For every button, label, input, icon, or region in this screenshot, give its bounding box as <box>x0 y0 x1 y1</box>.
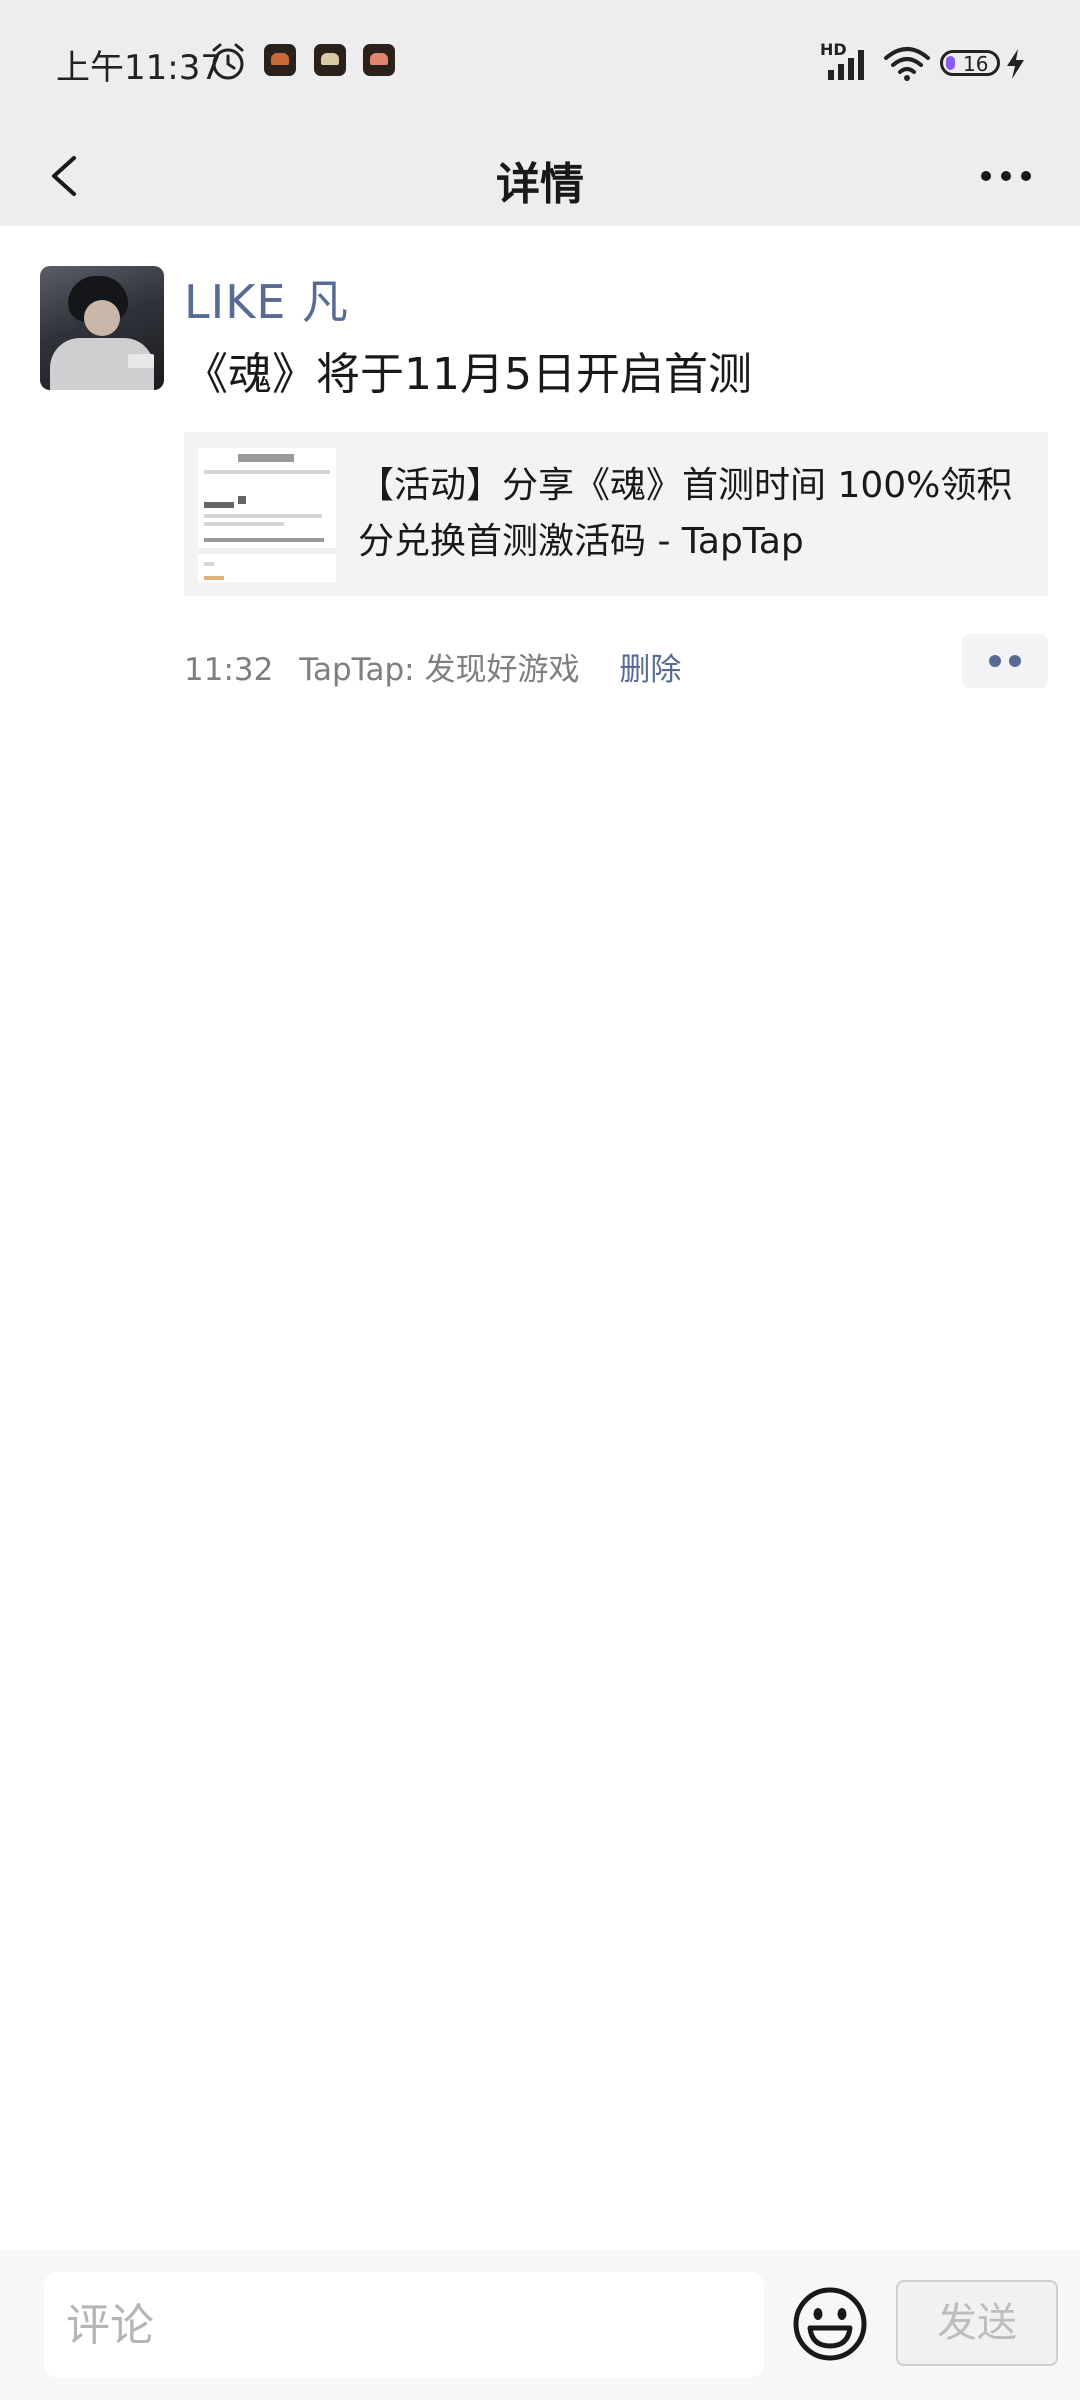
avatar[interactable] <box>40 266 164 390</box>
app-notification-icon <box>363 44 395 76</box>
app-notification-icon <box>314 44 346 76</box>
post-time: 11:32 <box>184 652 274 688</box>
post-source[interactable]: TapTap: 发现好游戏 <box>299 652 579 688</box>
page-title: 详情 <box>496 159 584 210</box>
avatar-sign <box>128 354 154 368</box>
navigation-bar: 详情 <box>0 126 1080 226</box>
post-text: 《魂》将于11月5日开启首测 <box>184 349 752 400</box>
thumb-line <box>204 470 330 474</box>
more-options-button[interactable] <box>976 154 1036 198</box>
thumb-line <box>204 522 284 526</box>
app-notification-icon <box>264 44 296 76</box>
avatar-face <box>84 300 120 336</box>
author-name[interactable]: LIKE 凡 <box>184 266 349 332</box>
thumb-block <box>238 496 246 504</box>
charging-icon <box>1007 49 1024 79</box>
thumb-title-bar <box>238 454 294 462</box>
thumb-line <box>204 538 324 542</box>
battery-level-fill <box>946 56 955 70</box>
link-thumbnail <box>198 448 336 582</box>
alarm-icon <box>212 43 244 80</box>
thumb-divider <box>198 548 336 554</box>
wifi-icon <box>884 47 930 81</box>
link-title: 【活动】分享《魂》首测时间 100%领积分兑换首测激活码 - TapTap <box>358 465 1013 562</box>
emoji-icon[interactable] <box>790 2284 870 2364</box>
comment-like-dots-icon[interactable] <box>962 634 1048 688</box>
thumb-line <box>204 514 322 518</box>
comment-input[interactable] <box>44 2272 764 2378</box>
action-dot <box>989 655 1001 667</box>
thumb-block <box>204 502 234 508</box>
comment-bar: 发送 <box>0 2250 1080 2400</box>
send-button[interactable]: 发送 <box>896 2280 1058 2366</box>
status-bar: 上午11:37 HD 16 <box>0 0 1080 126</box>
status-time: 上午11:37 <box>56 48 222 88</box>
battery-percent: 16 <box>963 52 989 76</box>
battery-icon: 16 <box>940 50 1000 76</box>
thumb-line <box>204 562 214 566</box>
post-meta: 11:32 TapTap: 发现好游戏 删除 <box>184 644 681 689</box>
delete-button[interactable]: 删除 <box>619 652 681 688</box>
signal-icon <box>828 50 864 80</box>
link-card[interactable]: 【活动】分享《魂》首测时间 100%领积分兑换首测激活码 - TapTap <box>184 432 1048 596</box>
action-dot <box>1009 655 1021 667</box>
thumb-line <box>204 576 224 580</box>
